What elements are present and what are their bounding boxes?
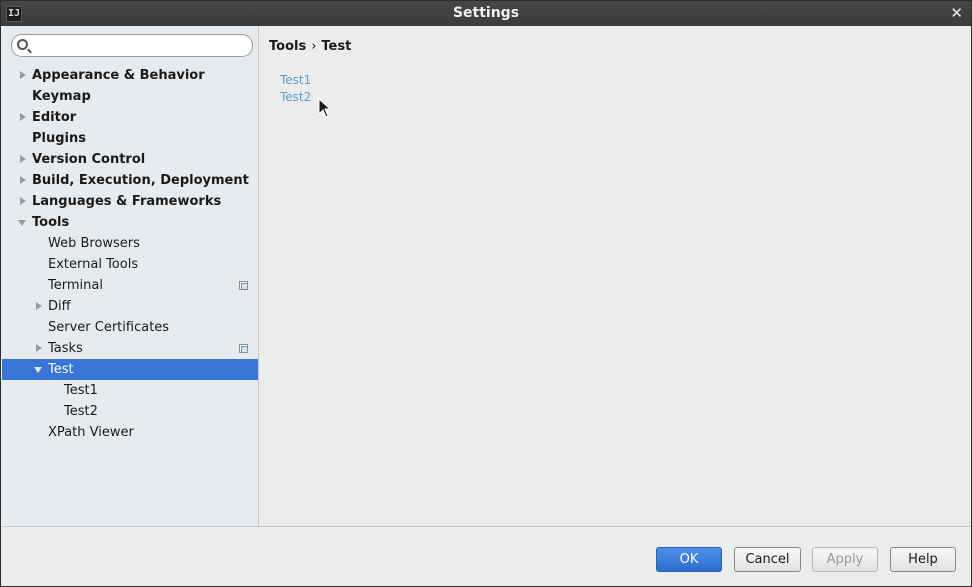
- tree-item-label: Test1: [64, 383, 98, 398]
- title-bar[interactable]: IJ Settings ✕: [1, 1, 971, 26]
- settings-search[interactable]: [11, 34, 253, 57]
- tree-item-server-certificates[interactable]: Server Certificates: [2, 317, 258, 338]
- settings-dialog: IJ Settings ✕ Appearance & Behavior Keyma…: [0, 0, 972, 587]
- breadcrumb-separator: ›: [311, 39, 317, 54]
- breadcrumb-item-test: Test: [321, 39, 352, 54]
- tree-item-external-tools[interactable]: External Tools: [2, 254, 258, 275]
- search-icon: [17, 39, 28, 50]
- tree-item-web-browsers[interactable]: Web Browsers: [2, 233, 258, 254]
- settings-sidebar: Appearance & Behavior Keymap Editor Plugins…: [2, 26, 259, 526]
- collapsed-arrow-icon[interactable]: [18, 170, 28, 191]
- project-level-icon: [239, 281, 248, 290]
- tree-item-xpath-viewer[interactable]: XPath Viewer: [2, 422, 258, 443]
- tree-item-label: External Tools: [48, 257, 139, 272]
- link-test1[interactable]: Test1: [280, 72, 311, 89]
- tree-item-editor[interactable]: Editor: [2, 107, 258, 128]
- collapsed-arrow-icon[interactable]: [34, 296, 44, 317]
- ok-button[interactable]: OK: [656, 547, 722, 572]
- tree-item-languages-frameworks[interactable]: Languages & Frameworks: [2, 191, 258, 212]
- tree-item-keymap[interactable]: Keymap: [2, 86, 258, 107]
- collapsed-arrow-icon[interactable]: [18, 65, 28, 86]
- tree-item-appearance-behavior[interactable]: Appearance & Behavior: [2, 65, 258, 86]
- search-input[interactable]: [34, 37, 246, 54]
- tree-item-label: Plugins: [32, 131, 86, 146]
- tree-item-label: Test: [48, 362, 74, 377]
- collapsed-arrow-icon[interactable]: [18, 107, 28, 128]
- tree-item-test2[interactable]: Test2: [2, 401, 258, 422]
- help-button[interactable]: Help: [890, 547, 956, 572]
- tree-item-label: Appearance & Behavior: [32, 68, 205, 83]
- tree-item-label: Web Browsers: [48, 236, 140, 251]
- tree-item-label: Editor: [32, 110, 77, 125]
- cancel-button[interactable]: Cancel: [734, 547, 801, 572]
- dialog-title: Settings: [452, 5, 520, 21]
- tree-item-terminal[interactable]: Terminal: [2, 275, 258, 296]
- subpage-links: Test1 Test2: [280, 72, 311, 106]
- tree-item-label: Terminal: [48, 278, 103, 293]
- tree-item-label: Languages & Frameworks: [32, 194, 222, 209]
- apply-button[interactable]: Apply: [812, 547, 878, 572]
- project-level-icon: [239, 344, 248, 353]
- breadcrumb: Tools › Test: [269, 39, 351, 54]
- mouse-pointer-icon: [318, 97, 332, 118]
- tree-item-label: Keymap: [32, 89, 91, 104]
- tree-item-build-execution-deployment[interactable]: Build, Execution, Deployment: [2, 170, 258, 191]
- collapsed-arrow-icon[interactable]: [18, 191, 28, 212]
- tree-item-test1[interactable]: Test1: [2, 380, 258, 401]
- tree-item-label: Tools: [32, 215, 70, 230]
- dialog-footer: OK Cancel Apply Help: [2, 526, 971, 586]
- collapsed-arrow-icon[interactable]: [34, 338, 44, 359]
- tree-item-tasks[interactable]: Tasks: [2, 338, 258, 359]
- link-test2[interactable]: Test2: [280, 89, 311, 106]
- tree-item-version-control[interactable]: Version Control: [2, 149, 258, 170]
- tree-item-label: Diff: [48, 299, 71, 314]
- tree-item-tools[interactable]: Tools: [2, 212, 258, 233]
- expanded-arrow-icon[interactable]: [18, 212, 28, 233]
- expanded-arrow-icon[interactable]: [34, 359, 44, 380]
- tree-item-diff[interactable]: Diff: [2, 296, 258, 317]
- breadcrumb-item-tools: Tools: [269, 39, 307, 54]
- tree-item-label: Version Control: [32, 152, 146, 167]
- settings-tree: Appearance & Behavior Keymap Editor Plugins…: [2, 65, 258, 443]
- tree-item-test[interactable]: Test: [2, 359, 258, 380]
- tree-item-label: XPath Viewer: [48, 425, 134, 440]
- tree-item-label: Server Certificates: [48, 320, 170, 335]
- tree-item-label: Test2: [64, 404, 98, 419]
- tree-item-label: Tasks: [48, 341, 83, 356]
- close-icon[interactable]: ✕: [950, 4, 963, 22]
- settings-content: Tools › Test Test1 Test2: [260, 26, 971, 526]
- tree-item-plugins[interactable]: Plugins: [2, 128, 258, 149]
- tree-item-label: Build, Execution, Deployment: [32, 173, 249, 188]
- collapsed-arrow-icon[interactable]: [18, 149, 28, 170]
